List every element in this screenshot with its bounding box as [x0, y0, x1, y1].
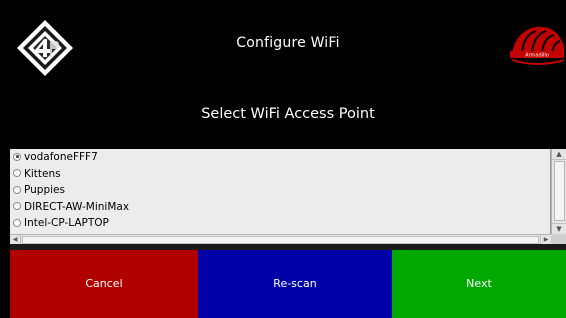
- brand-text: Armadillo: [525, 53, 549, 59]
- access-point-item[interactable]: Kittens: [10, 166, 550, 183]
- access-point-item[interactable]: Intel-CP-LAPTOP: [10, 215, 550, 232]
- access-point-label: Intel-CP-LAPTOP: [24, 217, 109, 230]
- access-point-label: vodafoneFFF7: [24, 151, 98, 163]
- access-point-list[interactable]: vodafoneFFF7 Kittens Puppies DIRECT-AW-M…: [10, 149, 551, 234]
- access-point-item[interactable]: Puppies: [10, 182, 550, 199]
- arrow-down-icon[interactable]: ▼: [552, 223, 566, 234]
- horizontal-scrollbar[interactable]: ◀ ▶: [10, 234, 551, 244]
- access-point-label: Puppies: [24, 184, 65, 197]
- wifi-config-window: Configure WiFi Armadillo Select WiFi Acc…: [10, 7, 566, 318]
- page-subtitle: Select WiFi Access Point: [201, 106, 375, 122]
- radio-icon[interactable]: [13, 202, 21, 211]
- button-bar: Cancel Re-scan Next: [10, 250, 566, 318]
- header: Configure WiFi Armadillo Select WiFi Acc…: [10, 7, 566, 149]
- next-button[interactable]: Next: [392, 250, 566, 318]
- vertical-scroll-thumb[interactable]: [554, 161, 565, 221]
- scrollbar-corner: [551, 234, 566, 244]
- armadillo-logo-icon: Armadillo: [510, 26, 564, 65]
- access-point-list-container: vodafoneFFF7 Kittens Puppies DIRECT-AW-M…: [10, 149, 566, 250]
- radio-icon[interactable]: [13, 185, 21, 194]
- radio-icon[interactable]: [13, 169, 21, 178]
- access-point-item[interactable]: DIRECT-AW-MiniMax: [10, 199, 550, 216]
- access-point-label: DIRECT-AW-MiniMax: [24, 200, 130, 213]
- radio-icon[interactable]: [13, 152, 21, 161]
- access-point-item[interactable]: vodafoneFFF7: [10, 149, 550, 166]
- horizontal-scroll-thumb[interactable]: [22, 236, 539, 244]
- arrow-up-icon[interactable]: ▲: [552, 149, 566, 160]
- cancel-button[interactable]: Cancel: [10, 250, 198, 318]
- access-point-label: Kittens: [24, 167, 61, 180]
- rescan-button[interactable]: Re-scan: [198, 250, 392, 318]
- radio-icon[interactable]: [13, 218, 21, 227]
- vertical-scrollbar[interactable]: ▲ ▼: [551, 149, 566, 234]
- arrow-left-icon[interactable]: ◀: [10, 235, 21, 244]
- arrow-right-icon[interactable]: ▶: [540, 235, 551, 244]
- window-title: Configure WiFi: [236, 35, 340, 51]
